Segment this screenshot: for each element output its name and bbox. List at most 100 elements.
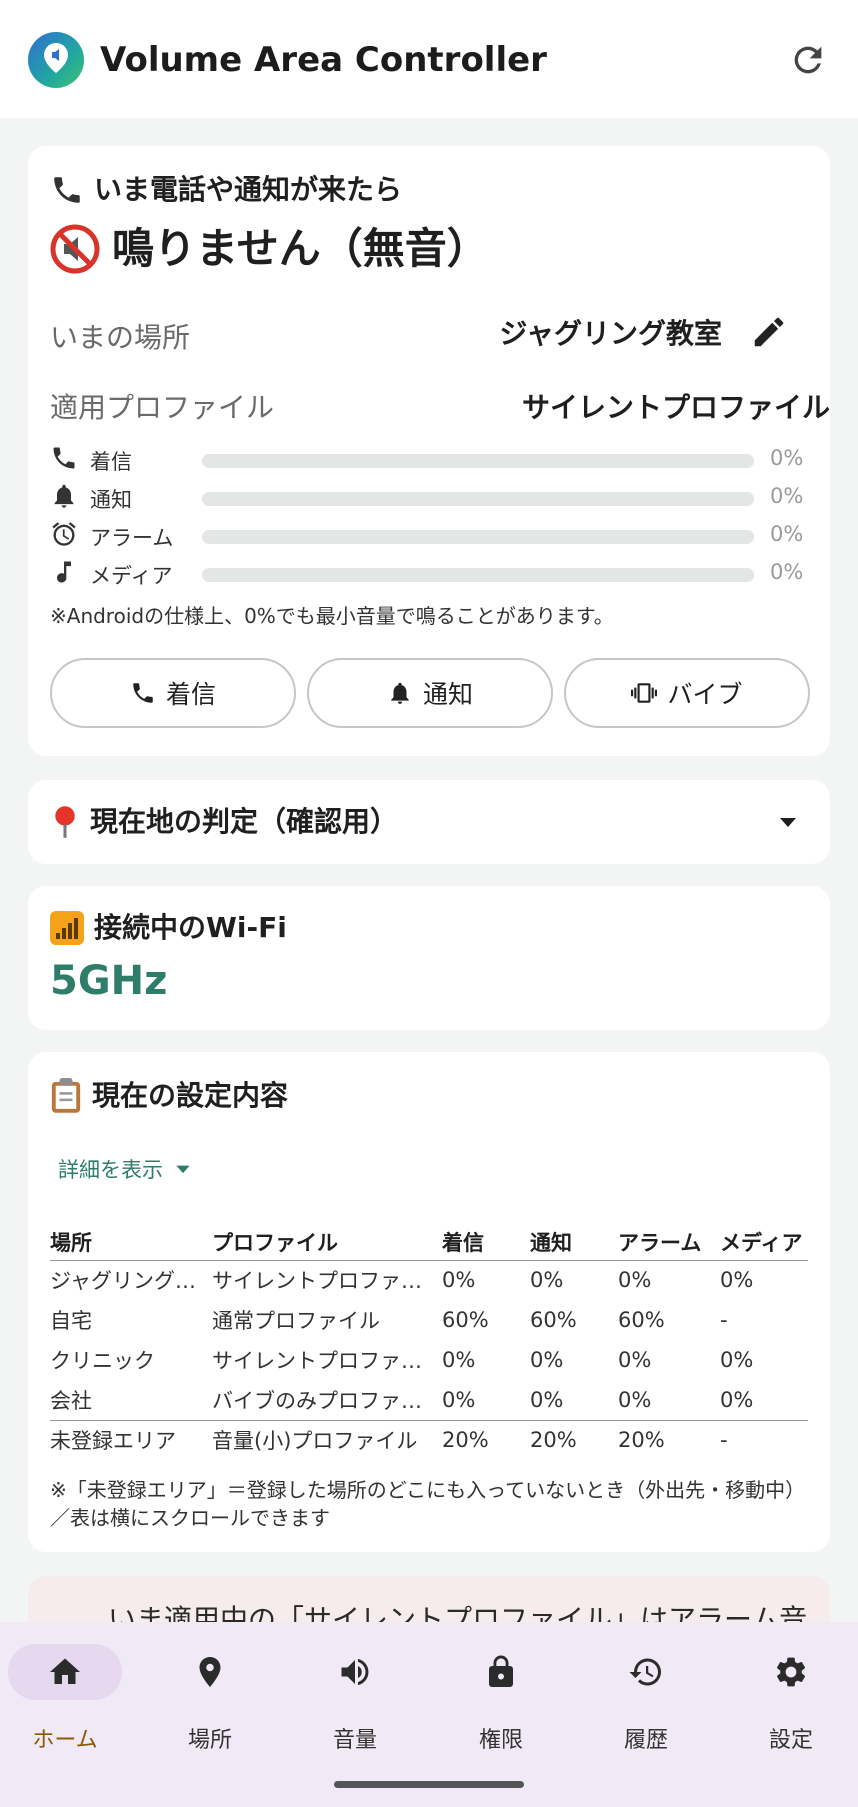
nav-label: 場所 [187,1728,232,1753]
table-cell: 0% [720,1387,754,1412]
gear-icon [777,1657,806,1687]
table-footer-row: 未登録エリア 音量(小)プロファイル 20% 20% 20% - [50,1420,808,1460]
dropdown-arrow-icon[interactable] [776,810,800,834]
phone-emoji-icon [54,177,80,203]
gesture-handle[interactable] [334,1781,524,1788]
app-logo-icon [28,32,84,88]
muted-speaker-icon [50,224,100,274]
expand-arrow-icon [176,1165,190,1174]
wifi-card: 接続中のWi-Fi 5GHz [28,886,830,1030]
edit-pencil-icon[interactable] [750,313,788,351]
vibrate-button[interactable]: バイブ [564,658,810,728]
table-cell: 0% [530,1348,564,1372]
column-header: プロファイル [212,1230,338,1255]
volume-percent: 0% [770,522,804,546]
volume-bar [202,492,754,506]
table-row: 自宅 通常プロファイル 60% 60% 60% - [50,1300,808,1340]
table-cell: 60% [530,1308,577,1332]
phone-icon [53,447,75,469]
table-cell: 0% [530,1268,564,1293]
wifi-title: 接続中のWi-Fi [94,911,287,944]
table-cell: 0% [442,1268,476,1293]
table-cell: 0% [720,1348,754,1372]
clipboard-icon [51,1078,81,1113]
table-cell: 0% [442,1387,476,1412]
table-cell: 20% [442,1428,489,1453]
column-header: 場所 [50,1230,92,1255]
table-row: クリニック サイレントプロファイ… 0% 0% 0% 0% [50,1340,808,1380]
volume-percent: 0% [770,560,804,584]
table-cell: 会社 [50,1388,92,1413]
history-icon [629,1658,661,1686]
volume-label: メディア [90,564,173,588]
column-header: メディア [720,1230,803,1255]
phone-icon [133,683,153,703]
column-header: アラーム [618,1230,702,1255]
settings-title: 現在の設定内容 [92,1079,289,1112]
table-row: ジャグリング… サイレントプロファイ… 0% 0% 0% 0% [50,1260,808,1300]
location-label: いまの場所 [50,321,191,354]
vibrate-icon [631,683,658,703]
table-cell: サイレントプロファイ… [212,1269,442,1294]
wifi-ssid: 5GHz [50,958,168,1004]
table-cell: 0% [618,1387,652,1412]
location-pin-icon [199,1657,221,1687]
location-value: ジャグリング教室 [499,317,722,350]
profile-value: サイレントプロファイル [521,391,830,424]
table-cell: 20% [530,1428,577,1453]
refresh-icon[interactable] [788,40,828,80]
volume-row-ringtone: 着信 0% [50,444,810,474]
table-cell: - [720,1428,728,1453]
column-header: 着信 [442,1230,484,1255]
settings-card: 現在の設定内容 詳細を表示 場所 プロファイル 着信 通知 アラーム メディア … [28,1052,830,1552]
location-check-card[interactable]: 現在地の判定（確認用） [28,780,830,864]
ringer-status: 鳴りません（無音） [112,224,489,273]
bell-icon [391,682,409,704]
table-cell: 自宅 [50,1309,92,1333]
nav-item-places[interactable]: 場所 [153,1644,273,1764]
status-card: いま電話や通知が来たら 鳴りません（無音） いまの場所 ジャグリング教室 適用プ… [28,146,830,756]
volume-label: 通知 [90,488,132,512]
table-footnote: ※「未登録エリア」＝登録した場所のどこにも入っていないとき（外出先・移動中）／表… [50,1478,806,1530]
settings-table: 場所 プロファイル 着信 通知 アラーム メディア ジャグリング… サイレントプ… [50,1224,808,1460]
table-cell: 0% [720,1268,754,1293]
volume-bar [202,568,754,582]
table-cell: 通常プロファイル [212,1309,380,1333]
table-cell: 音量(小)プロファイル [212,1429,418,1454]
round-pushpin-icon [55,806,75,838]
profile-label: 適用プロファイル [50,391,275,424]
alarm-clock-icon [52,522,76,546]
table-cell: - [720,1308,728,1332]
table-cell: 60% [442,1308,489,1332]
nav-label: 権限 [478,1728,523,1753]
home-icon [50,1658,80,1684]
music-note-icon [57,561,71,583]
nav-item-permissions[interactable]: 権限 [444,1644,564,1764]
volume-row-notification: 通知 0% [50,482,810,512]
table-cell: 20% [618,1428,665,1453]
show-details-label: 詳細を表示 [58,1158,163,1182]
ringtone-button[interactable]: 着信 [50,658,296,728]
notification-button[interactable]: 通知 [307,658,553,728]
column-header: 通知 [530,1230,572,1255]
table-cell: バイブのみプロファイ… [212,1388,442,1413]
app-bar: Volume Area Controller [0,0,858,118]
ringtone-button-label: 着信 [165,680,216,709]
table-cell: 0% [530,1387,564,1412]
volume-percent: 0% [770,446,804,470]
nav-label: 音量 [332,1728,377,1753]
table-cell: 0% [618,1268,652,1293]
nav-label: ホーム [32,1728,98,1753]
table-cell: クリニック [50,1349,155,1373]
nav-label: 履歴 [623,1728,668,1753]
volume-row-alarm: アラーム 0% [50,520,810,550]
nav-item-history[interactable]: 履歴 [589,1644,709,1764]
nav-item-settings[interactable]: 設定 [734,1644,854,1764]
volume-label: アラーム [90,526,174,550]
notification-button-label: 通知 [422,680,473,709]
table-cell: サイレントプロファイ… [212,1349,442,1373]
nav-label: 設定 [768,1728,813,1753]
nav-item-home[interactable]: ホーム [8,1644,128,1764]
nav-item-volume[interactable]: 音量 [298,1644,418,1764]
show-details-toggle[interactable]: 詳細を表示 [58,1154,193,1184]
